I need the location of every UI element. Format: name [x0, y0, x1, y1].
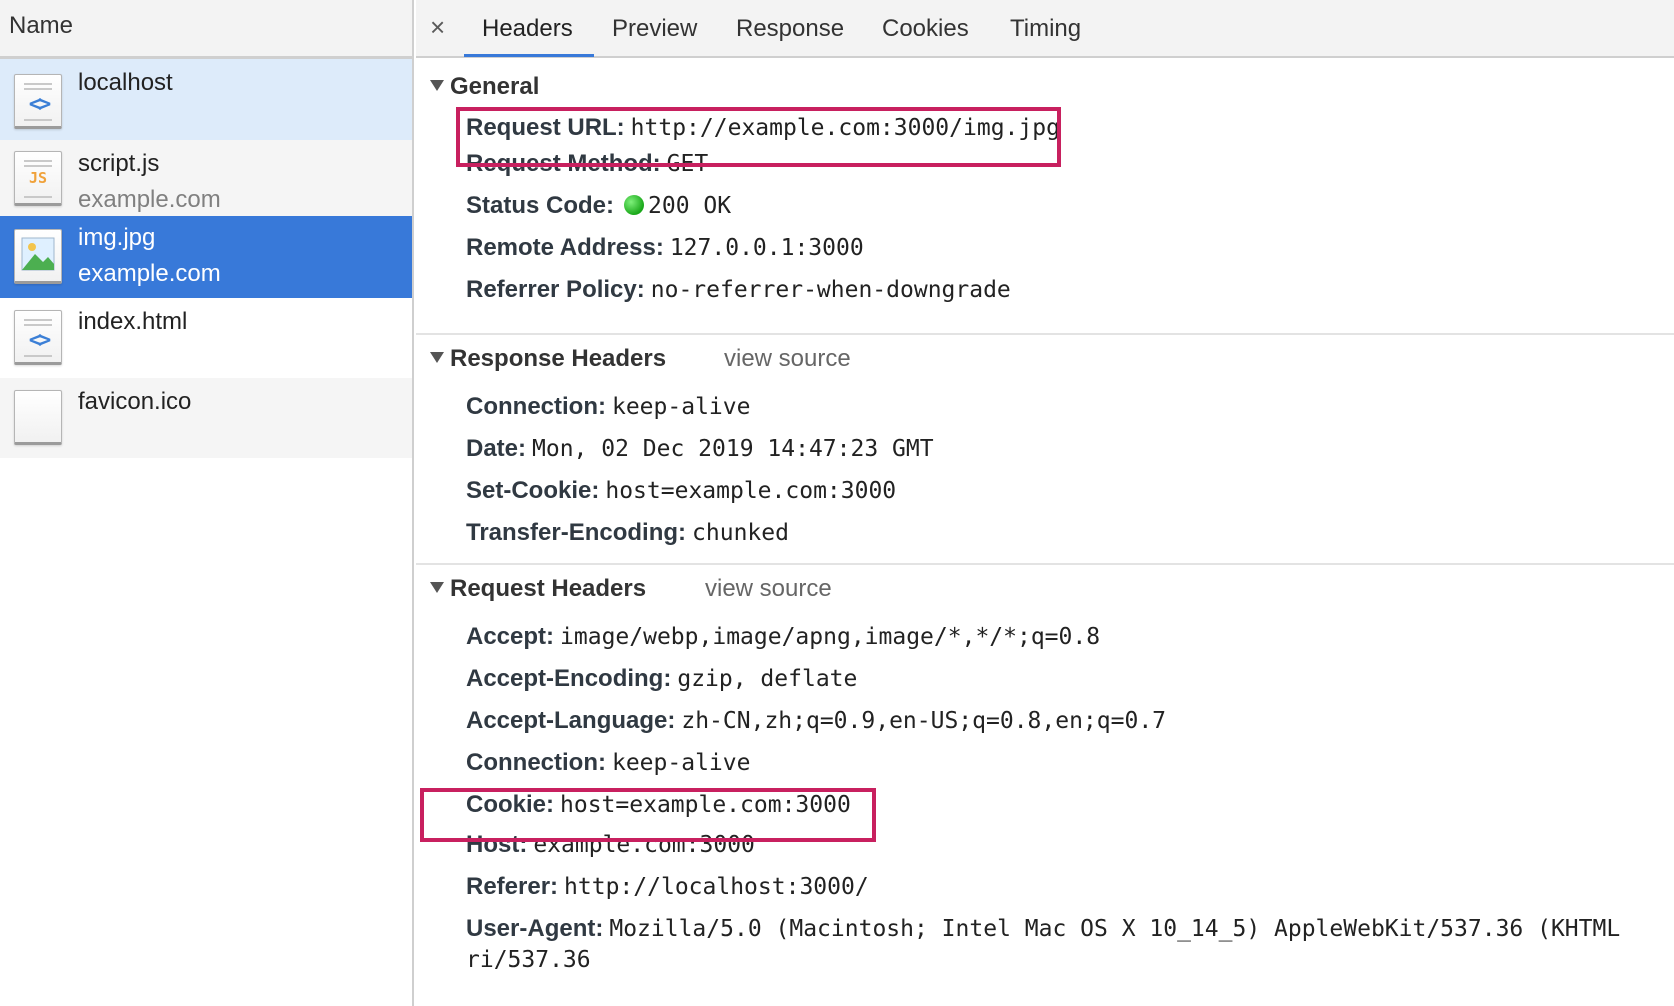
- general-section-header[interactable]: General: [416, 58, 1674, 104]
- view-source-link[interactable]: view source: [705, 575, 832, 603]
- response-headers-section: Response Headers view source Connection:…: [416, 335, 1674, 565]
- view-source-link[interactable]: view source: [724, 345, 851, 373]
- header-key: Accept-Encoding:: [466, 665, 672, 692]
- header-key: Referer:: [466, 873, 559, 900]
- header-row-request-method: Request Method: GET: [416, 146, 1674, 186]
- request-name: img.jpg: [78, 224, 156, 251]
- user-agent-continuation: ri/537.36: [416, 947, 1674, 989]
- header-value: image/webp,image/apng,image/*,*/*;q=0.8: [560, 624, 1101, 650]
- header-row-transfer-encoding: Transfer-Encoding: chunked: [416, 513, 1674, 555]
- header-row-accept-encoding: Accept-Encoding: gzip, deflate: [416, 659, 1674, 701]
- request-domain: example.com: [78, 186, 221, 213]
- header-value: GET: [666, 151, 709, 177]
- header-key: Request URL:: [466, 114, 625, 141]
- header-value: host=example.com:3000: [560, 792, 851, 818]
- request-item-img-jpg[interactable]: img.jpg example.com: [0, 216, 412, 298]
- header-row-connection: Connection: keep-alive: [416, 387, 1674, 429]
- request-list: Name <> localhost JS script.js example.c…: [0, 0, 414, 1006]
- js-badge: JS: [28, 169, 48, 187]
- header-key: User-Agent:: [466, 915, 604, 942]
- header-row-connection: Connection: keep-alive: [416, 743, 1674, 785]
- tab-timing[interactable]: Timing: [1010, 15, 1081, 43]
- header-row-date: Date: Mon, 02 Dec 2019 14:47:23 GMT: [416, 429, 1674, 471]
- header-row-accept-language: Accept-Language: zh-CN,zh;q=0.9,en-US;q=0…: [416, 701, 1674, 743]
- header-value: example.com:3000: [533, 832, 755, 858]
- request-name: script.js: [78, 150, 160, 177]
- header-value-wrapped: ri/537.36: [466, 947, 591, 973]
- header-value: 127.0.0.1:3000: [669, 235, 864, 261]
- header-key: Host:: [466, 831, 528, 858]
- header-row-request-url: Request URL: http://example.com:3000/img.…: [416, 104, 1674, 146]
- close-icon[interactable]: ×: [430, 12, 445, 43]
- header-row-cookie: Cookie: host=example.com:3000: [416, 785, 1674, 827]
- document-icon: <>: [14, 74, 62, 129]
- collapse-triangle-icon: [430, 582, 444, 593]
- header-value: chunked: [692, 520, 789, 546]
- header-key: Accept:: [466, 623, 555, 650]
- request-headers-section: Request Headers view source Accept: image…: [416, 565, 1674, 989]
- header-row-status-code: Status Code: 200 OK: [416, 186, 1674, 228]
- header-key: Connection:: [466, 749, 606, 776]
- header-value: host=example.com:3000: [605, 478, 897, 504]
- name-column-header[interactable]: Name: [0, 0, 412, 59]
- request-details: × Headers Preview Response Cookies Timin…: [416, 0, 1674, 1006]
- general-section: General Request URL: http://example.com:3…: [416, 58, 1674, 335]
- request-name: favicon.ico: [78, 388, 192, 415]
- request-headers-section-header[interactable]: Request Headers view source: [416, 565, 1674, 617]
- header-value: no-referrer-when-downgrade: [650, 277, 1011, 303]
- response-headers-section-header[interactable]: Response Headers view source: [416, 335, 1674, 387]
- section-title: General: [450, 73, 540, 100]
- header-value: http://example.com:3000/img.jpg: [630, 115, 1060, 141]
- tab-preview[interactable]: Preview: [612, 15, 697, 43]
- active-tab-indicator: [464, 54, 594, 57]
- header-row-referrer-policy: Referrer Policy: no-referrer-when-downgra…: [416, 270, 1674, 312]
- header-key: Remote Address:: [466, 234, 664, 261]
- header-key: Set-Cookie:: [466, 477, 600, 504]
- devtools-network-panel: Name <> localhost JS script.js example.c…: [0, 0, 1674, 1006]
- header-value: keep-alive: [611, 750, 751, 776]
- header-row-remote-address: Remote Address: 127.0.0.1:3000: [416, 228, 1674, 270]
- header-value: keep-alive: [611, 394, 751, 420]
- header-value: 200 OK: [648, 193, 732, 219]
- request-item-script-js[interactable]: JS script.js example.com: [0, 140, 412, 216]
- header-key: Cookie:: [466, 791, 555, 818]
- section-title: Request Headers: [450, 575, 647, 602]
- header-key: Transfer-Encoding:: [466, 519, 687, 546]
- header-value: Mon, 02 Dec 2019 14:47:23 GMT: [532, 436, 934, 462]
- request-name: localhost: [78, 69, 173, 96]
- header-key: Status Code:: [466, 192, 615, 219]
- header-row-host: Host: example.com:3000: [416, 827, 1674, 867]
- tab-response[interactable]: Response: [736, 15, 844, 43]
- script-icon: JS: [14, 151, 62, 206]
- request-domain: example.com: [78, 260, 221, 287]
- request-item-localhost[interactable]: <> localhost: [0, 59, 412, 140]
- image-thumbnail-icon: [21, 237, 55, 271]
- header-value: http://localhost:3000/: [564, 874, 869, 900]
- header-key: Referrer Policy:: [466, 276, 645, 303]
- header-value: gzip, deflate: [677, 666, 858, 692]
- blank-file-icon: [14, 390, 62, 445]
- header-value: zh-CN,zh;q=0.9,en-US;q=0.8,en;q=0.7: [681, 708, 1167, 734]
- request-item-index-html[interactable]: <> index.html: [0, 298, 412, 378]
- status-ok-dot-icon: [624, 195, 645, 215]
- tab-cookies[interactable]: Cookies: [882, 15, 969, 43]
- header-row-user-agent: User-Agent: Mozilla/5.0 (Macintosh; Intel…: [416, 909, 1674, 947]
- section-title: Response Headers: [450, 345, 667, 372]
- header-row-set-cookie: Set-Cookie: host=example.com:3000: [416, 471, 1674, 513]
- header-key: Request Method:: [466, 150, 661, 177]
- collapse-triangle-icon: [430, 80, 444, 91]
- header-key: Date:: [466, 435, 527, 462]
- document-icon: <>: [14, 310, 62, 365]
- tab-headers[interactable]: Headers: [482, 15, 573, 43]
- header-value: Mozilla/5.0 (Macintosh; Intel Mac OS X 1…: [609, 916, 1621, 942]
- header-key: Connection:: [466, 393, 606, 420]
- header-row-referer: Referer: http://localhost:3000/: [416, 867, 1674, 909]
- collapse-triangle-icon: [430, 352, 444, 363]
- detail-tabs: × Headers Preview Response Cookies Timin…: [416, 0, 1674, 58]
- request-item-favicon-ico[interactable]: favicon.ico: [0, 378, 412, 458]
- header-row-accept: Accept: image/webp,image/apng,image/*,*/*…: [416, 617, 1674, 659]
- request-name: index.html: [78, 308, 188, 335]
- header-key: Accept-Language:: [466, 707, 676, 734]
- image-icon: [14, 229, 62, 284]
